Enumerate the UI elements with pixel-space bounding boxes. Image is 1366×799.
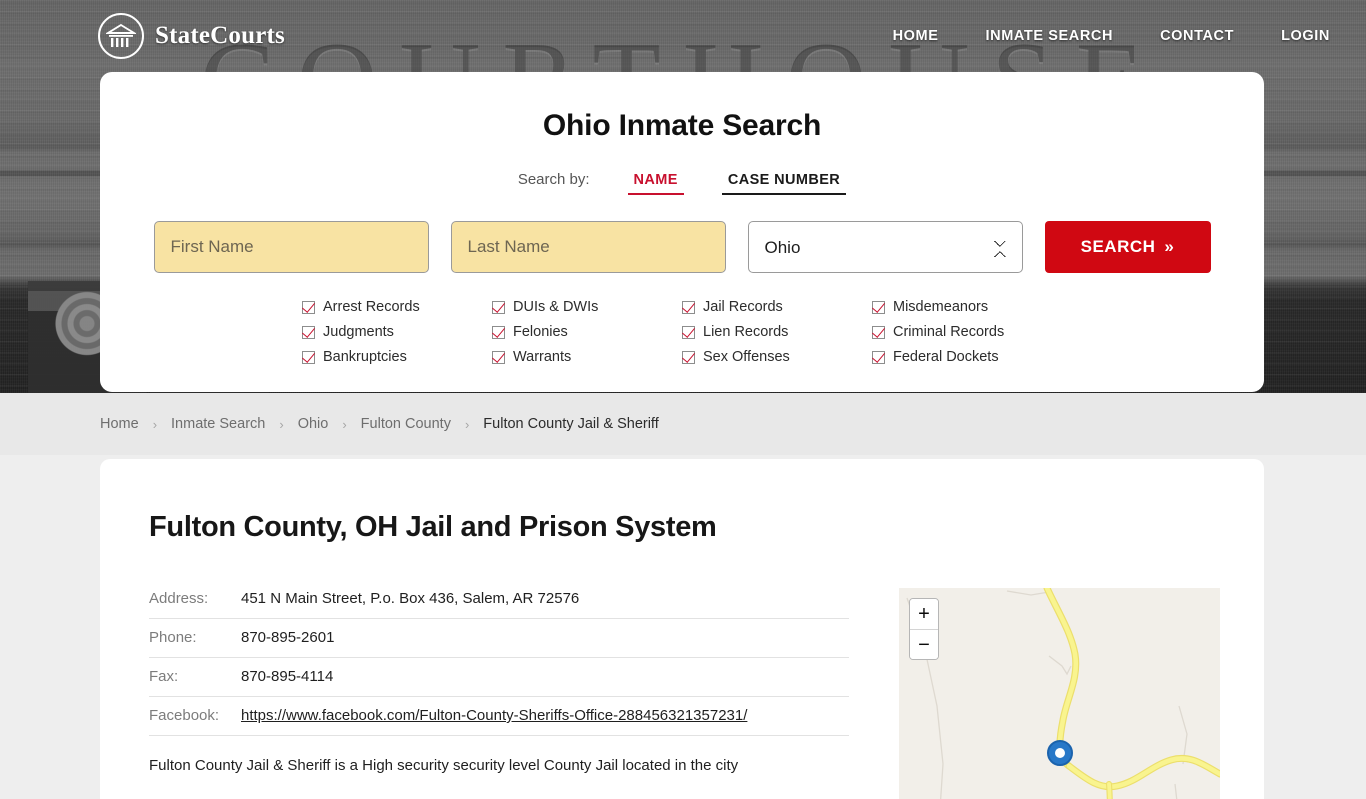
breadcrumb-item-inmate-search[interactable]: Inmate Search bbox=[171, 416, 265, 432]
facility-info-table: Address: 451 N Main Street, P.o. Box 436… bbox=[149, 588, 849, 736]
record-type-judgments[interactable]: Judgments bbox=[302, 324, 492, 340]
detail-label-address: Address: bbox=[149, 588, 241, 619]
record-type-arrest-records[interactable]: Arrest Records bbox=[302, 299, 492, 315]
location-marker-icon[interactable] bbox=[1047, 740, 1073, 766]
checkbox-checked-icon[interactable] bbox=[492, 325, 505, 339]
map-zoom-in-button[interactable]: + bbox=[910, 599, 938, 629]
record-type-label: Lien Records bbox=[703, 324, 789, 340]
checkbox-checked-icon[interactable] bbox=[302, 300, 315, 314]
checkbox-checked-icon[interactable] bbox=[872, 300, 885, 314]
detail-label-fax: Fax: bbox=[149, 657, 241, 697]
facility-description: Fulton County Jail & Sheriff is a High s… bbox=[149, 757, 739, 774]
brand-name: StateCourts bbox=[155, 22, 285, 49]
search-panel-title: Ohio Inmate Search bbox=[542, 109, 822, 142]
breadcrumb-bar: Home › Inmate Search › Ohio › Fulton Cou… bbox=[0, 393, 1366, 455]
facebook-link[interactable]: https://www.facebook.com/Fulton-County-S… bbox=[241, 707, 747, 724]
brand-logo[interactable]: StateCourts bbox=[98, 13, 285, 59]
breadcrumb-item-fulton-county[interactable]: Fulton County bbox=[361, 416, 451, 432]
inmate-search-panel: Ohio Inmate Search Search by: NAME CASE … bbox=[100, 72, 1264, 392]
chevron-right-icon: » bbox=[1164, 237, 1175, 256]
record-type-bankruptcies[interactable]: Bankruptcies bbox=[302, 349, 492, 365]
last-name-input[interactable] bbox=[450, 221, 726, 273]
search-by-label: Search by: bbox=[517, 171, 590, 188]
chevron-right-icon: › bbox=[464, 416, 470, 432]
record-type-label: Felonies bbox=[513, 324, 568, 340]
nav-item-login[interactable]: LOGIN bbox=[1281, 28, 1330, 44]
checkbox-checked-icon[interactable] bbox=[682, 325, 695, 339]
breadcrumb: Home › Inmate Search › Ohio › Fulton Cou… bbox=[100, 416, 659, 432]
checkbox-checked-icon[interactable] bbox=[492, 350, 505, 364]
record-type-label: Warrants bbox=[513, 349, 572, 365]
facility-detail-card: Fulton County, OH Jail and Prison System… bbox=[100, 459, 1264, 799]
location-map[interactable]: + − bbox=[899, 588, 1220, 799]
chevron-right-icon: › bbox=[279, 416, 284, 432]
breadcrumb-item-ohio[interactable]: Ohio bbox=[298, 416, 329, 432]
record-type-label: Sex Offenses bbox=[703, 349, 790, 365]
record-type-label: Judgments bbox=[323, 324, 394, 340]
hero-banner: COURTHOUSE StateCourts HOME INMATE SEARC… bbox=[0, 0, 1366, 393]
detail-value-address: 451 N Main Street, P.o. Box 436, Salem, … bbox=[241, 588, 849, 619]
table-row: Phone: 870-895-2601 bbox=[149, 618, 849, 658]
detail-value-fax: 870-895-4114 bbox=[241, 657, 849, 697]
record-type-label: Jail Records bbox=[703, 299, 783, 315]
checkbox-checked-icon[interactable] bbox=[682, 300, 695, 314]
checkbox-checked-icon[interactable] bbox=[682, 350, 695, 364]
search-button-label: SEARCH bbox=[1080, 237, 1156, 256]
record-type-jail-records[interactable]: Jail Records bbox=[682, 299, 872, 315]
nav-item-inmate-search[interactable]: INMATE SEARCH bbox=[986, 28, 1114, 44]
chevron-right-icon: › bbox=[342, 416, 347, 432]
record-type-label: Federal Dockets bbox=[893, 349, 999, 365]
record-type-sex-offenses[interactable]: Sex Offenses bbox=[682, 349, 872, 365]
breadcrumb-item-current: Fulton County Jail & Sheriff bbox=[483, 416, 659, 432]
top-navigation-bar: StateCourts HOME INMATE SEARCH CONTACT L… bbox=[0, 0, 1366, 72]
map-zoom-out-button[interactable]: − bbox=[910, 629, 938, 659]
detail-left-column: Address: 451 N Main Street, P.o. Box 436… bbox=[149, 588, 849, 799]
tab-case-number[interactable]: CASE NUMBER bbox=[721, 171, 847, 195]
courthouse-icon bbox=[98, 13, 144, 59]
record-type-criminal-records[interactable]: Criminal Records bbox=[872, 324, 1062, 340]
record-type-warrants[interactable]: Warrants bbox=[492, 349, 682, 365]
chevron-right-icon: › bbox=[152, 416, 158, 432]
record-type-misdemeanors[interactable]: Misdemeanors bbox=[872, 299, 1062, 315]
breadcrumb-item-home[interactable]: Home bbox=[100, 416, 139, 432]
table-row: Fax: 870-895-4114 bbox=[149, 657, 849, 697]
checkbox-checked-icon[interactable] bbox=[872, 350, 885, 364]
tab-name[interactable]: NAME bbox=[627, 171, 684, 195]
page-title: Fulton County, OH Jail and Prison System bbox=[149, 511, 717, 543]
checkbox-checked-icon[interactable] bbox=[302, 350, 315, 364]
record-type-label: Arrest Records bbox=[323, 299, 420, 315]
record-type-federal-dockets[interactable]: Federal Dockets bbox=[872, 349, 1062, 365]
detail-label-facebook: Facebook: bbox=[149, 696, 241, 736]
record-type-checklist: Arrest Records DUIs & DWIs Jail Records … bbox=[302, 299, 1062, 365]
detail-body: Address: 451 N Main Street, P.o. Box 436… bbox=[149, 588, 1264, 799]
map-zoom-controls: + − bbox=[909, 598, 939, 660]
checkbox-checked-icon[interactable] bbox=[302, 325, 315, 339]
record-type-label: Criminal Records bbox=[893, 324, 1005, 340]
table-row: Address: 451 N Main Street, P.o. Box 436… bbox=[149, 588, 849, 619]
map-roads bbox=[899, 588, 1220, 799]
detail-label-phone: Phone: bbox=[149, 618, 241, 658]
state-select[interactable]: Ohio bbox=[747, 221, 1023, 273]
nav-item-contact[interactable]: CONTACT bbox=[1160, 28, 1234, 44]
detail-value-facebook: https://www.facebook.com/Fulton-County-S… bbox=[241, 696, 849, 736]
checkbox-checked-icon[interactable] bbox=[492, 300, 505, 314]
detail-value-phone: 870-895-2601 bbox=[241, 618, 849, 658]
record-type-label: Bankruptcies bbox=[323, 349, 407, 365]
main-nav: HOME INMATE SEARCH CONTACT LOGIN bbox=[893, 28, 1330, 44]
search-form: Ohio SEARCH » bbox=[100, 221, 1264, 273]
record-type-lien-records[interactable]: Lien Records bbox=[682, 324, 872, 340]
table-row: Facebook: https://www.facebook.com/Fulto… bbox=[149, 696, 849, 736]
nav-item-home[interactable]: HOME bbox=[893, 28, 939, 44]
record-type-label: Misdemeanors bbox=[893, 299, 989, 315]
checkbox-checked-icon[interactable] bbox=[872, 325, 885, 339]
record-type-label: DUIs & DWIs bbox=[513, 299, 599, 315]
record-type-felonies[interactable]: Felonies bbox=[492, 324, 682, 340]
search-by-row: Search by: NAME CASE NUMBER bbox=[100, 171, 1264, 195]
record-type-duis-dwis[interactable]: DUIs & DWIs bbox=[492, 299, 682, 315]
search-button[interactable]: SEARCH » bbox=[1044, 221, 1211, 273]
first-name-input[interactable] bbox=[153, 221, 429, 273]
